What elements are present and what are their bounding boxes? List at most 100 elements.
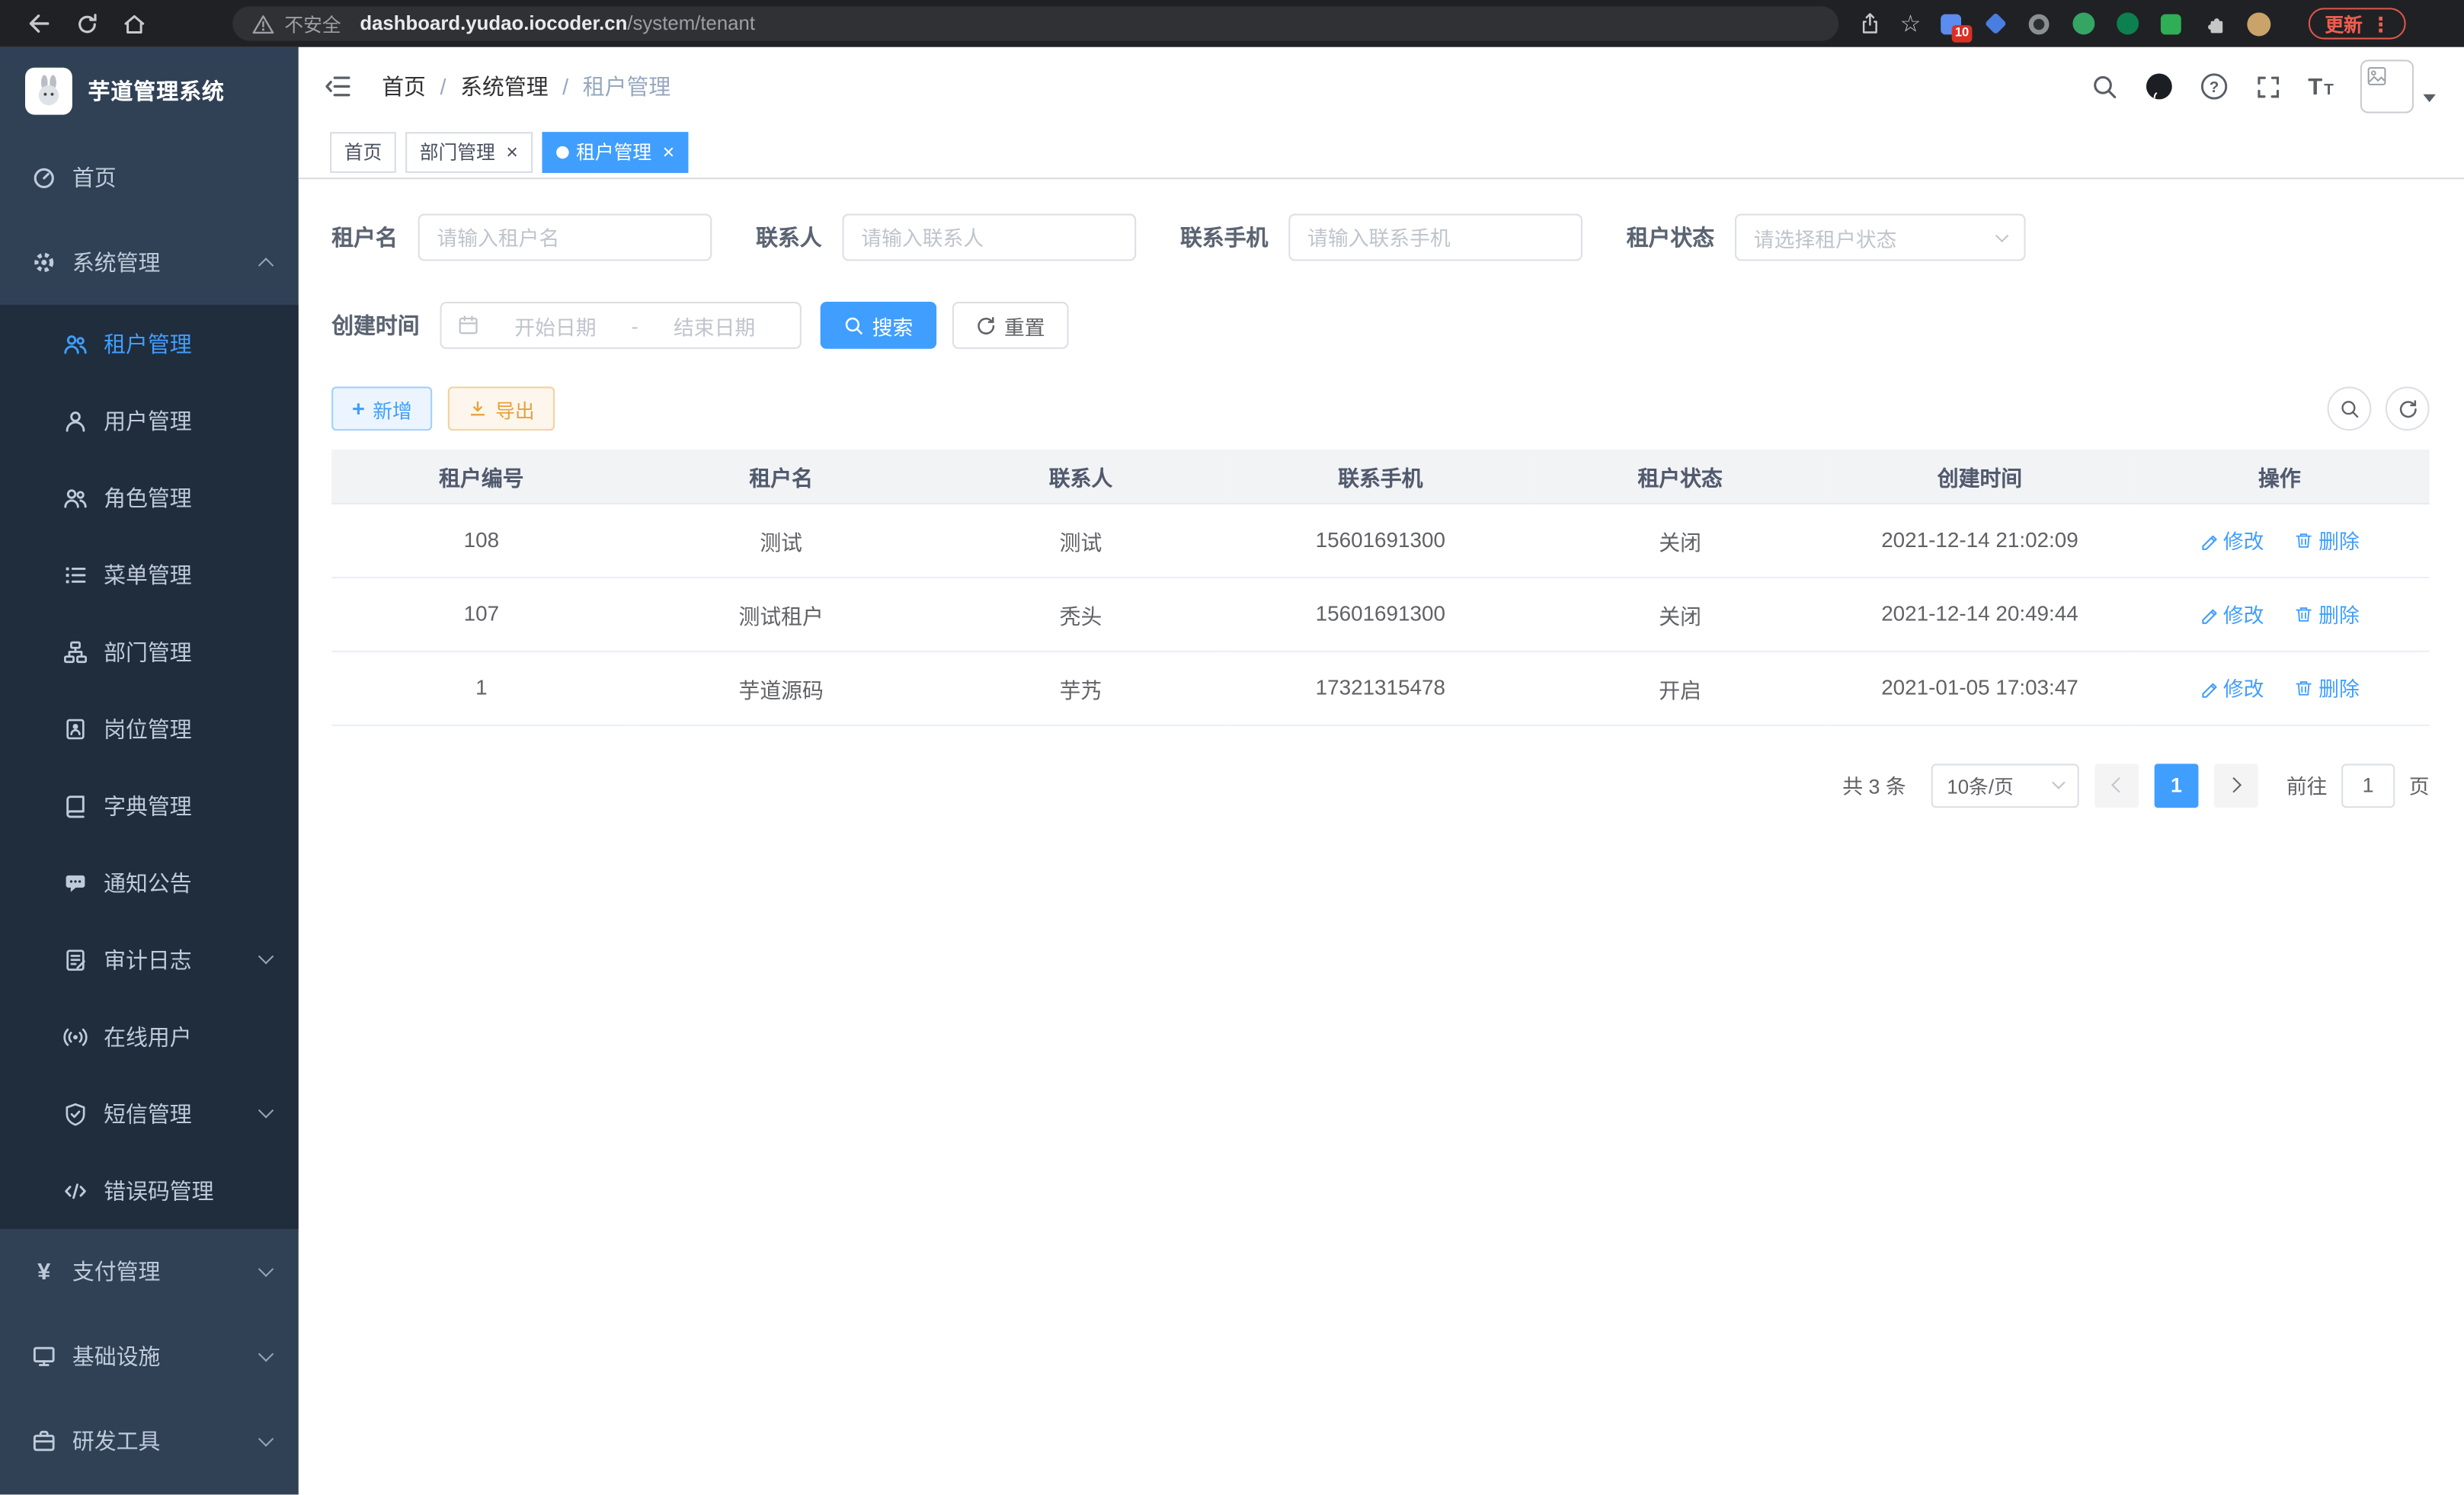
browser-menu-icon[interactable]: ⋮ — [2370, 14, 2391, 34]
sidebar-item-notice[interactable]: 通知公告 — [0, 844, 299, 921]
contact-input[interactable] — [843, 214, 1137, 261]
edit-button[interactable]: 修改 — [2200, 599, 2264, 629]
filter-tenant-name: 租户名 — [331, 214, 712, 261]
cell-name: 测试租户 — [632, 577, 931, 651]
page-size-select[interactable]: 10条/页 — [1931, 763, 2079, 807]
page-number-button[interactable]: 1 — [2155, 763, 2199, 807]
menu-label: 角色管理 — [104, 482, 192, 513]
button-label: 重置 — [1004, 310, 1045, 340]
refresh-button[interactable] — [2386, 386, 2430, 431]
sidebar-item-role[interactable]: 角色管理 — [0, 459, 299, 536]
sidebar-item-system[interactable]: 系统管理 — [0, 220, 299, 305]
table-row: 108 测试 测试 15601691300 关闭 2021-12-14 21:0… — [331, 503, 2429, 577]
status-select[interactable]: 请选择租户状态 — [1735, 214, 2026, 261]
chevron-right-icon — [2226, 777, 2242, 792]
sidebar-item-errorcode[interactable]: 错误码管理 — [0, 1152, 299, 1229]
cell-created: 2021-12-14 20:49:44 — [1830, 577, 2130, 651]
sidebar-item-online[interactable]: 在线用户 — [0, 998, 299, 1075]
avatar — [2360, 59, 2414, 113]
extension-icon[interactable] — [2114, 10, 2141, 37]
sidebar-item-dept[interactable]: 部门管理 — [0, 613, 299, 690]
sidebar-item-dict[interactable]: 字典管理 — [0, 767, 299, 844]
menu-list-icon — [63, 562, 88, 587]
cell-actions: 修改 删除 — [2130, 503, 2429, 577]
close-icon[interactable]: × — [506, 142, 518, 162]
sidebar: 芋道管理系统 首页 系统管理 — [0, 47, 299, 1495]
pagination: 共 3 条 10条/页 1 前往 页 — [331, 763, 2429, 807]
menu-label: 首页 — [72, 162, 117, 193]
total-count: 共 3 条 — [1842, 770, 1906, 800]
extension-icon[interactable] — [2026, 10, 2053, 37]
button-label: 删除 — [2318, 599, 2360, 629]
sidebar-item-menu[interactable]: 菜单管理 — [0, 536, 299, 613]
browser-toolbar: 不安全 dashboard.yudao.iocoder.cn /system/t… — [0, 0, 2464, 47]
extension-icon[interactable] — [1982, 10, 2009, 37]
cell-created: 2021-12-14 21:02:09 — [1830, 503, 2130, 577]
start-date-placeholder: 开始日期 — [485, 310, 625, 340]
menu-label: 在线用户 — [104, 1021, 192, 1052]
sidebar-item-home[interactable]: 首页 — [0, 135, 299, 219]
sidebar-item-tenant[interactable]: 租户管理 — [0, 305, 299, 382]
update-button[interactable]: 更新 ⋮ — [2309, 8, 2407, 39]
sidebar-item-sms[interactable]: 短信管理 — [0, 1075, 299, 1152]
user-menu[interactable] — [2360, 59, 2436, 113]
tenant-name-input[interactable] — [418, 214, 712, 261]
add-button[interactable]: + 新增 — [331, 386, 432, 431]
breadcrumb-item[interactable]: 系统管理 — [460, 71, 549, 102]
tab-dept[interactable]: 部门管理 × — [405, 131, 532, 172]
font-size-icon[interactable]: TT — [2308, 75, 2334, 98]
navbar-actions: ? TT — [2091, 59, 2436, 113]
sidebar-item-infra[interactable]: 基础设施 — [0, 1314, 299, 1398]
bookmark-star-icon[interactable]: ☆ — [1900, 11, 1922, 35]
chevron-down-icon — [258, 1103, 273, 1118]
prev-page-button[interactable] — [2094, 763, 2139, 807]
phone-input[interactable] — [1288, 214, 1582, 261]
fullscreen-icon[interactable] — [2254, 73, 2281, 100]
help-icon[interactable]: ? — [2200, 72, 2228, 101]
home-icon[interactable] — [118, 8, 149, 39]
reload-icon[interactable] — [71, 8, 102, 39]
delete-button[interactable]: 删除 — [2295, 673, 2360, 703]
profile-avatar[interactable] — [2246, 10, 2273, 37]
edit-button[interactable]: 修改 — [2200, 525, 2264, 555]
edit-button[interactable]: 修改 — [2200, 673, 2264, 703]
back-icon[interactable] — [24, 8, 55, 39]
security-label[interactable]: 不安全 — [284, 10, 341, 37]
sidebar-item-post[interactable]: 岗位管理 — [0, 690, 299, 767]
tab-tenant[interactable]: 租户管理 × — [542, 131, 689, 172]
caret-down-icon — [2423, 94, 2436, 102]
search-toggle-button[interactable] — [2328, 386, 2372, 431]
share-icon[interactable] — [1858, 11, 1883, 36]
avatar-glyph — [2248, 11, 2271, 35]
github-icon[interactable] — [2145, 72, 2173, 101]
filter-row-2: 创建时间 开始日期 - 结束日期 搜索 — [331, 302, 2429, 349]
sidebar-item-user[interactable]: 用户管理 — [0, 382, 299, 459]
export-button[interactable]: 导出 — [448, 386, 555, 431]
sidebar-item-audit[interactable]: 审计日志 — [0, 921, 299, 998]
screen: 不安全 dashboard.yudao.iocoder.cn /system/t… — [0, 0, 2464, 1494]
breadcrumb-item[interactable]: 首页 — [382, 71, 426, 102]
shield-icon — [63, 1101, 88, 1126]
table-row: 107 测试租户 秃头 15601691300 关闭 2021-12-14 20… — [331, 577, 2429, 651]
sidebar-item-devtools[interactable]: 研发工具 — [0, 1399, 299, 1484]
chevron-down-icon — [258, 1346, 273, 1360]
close-icon[interactable]: × — [663, 142, 675, 162]
extension-icon[interactable] — [2070, 10, 2097, 37]
search-icon[interactable] — [2091, 73, 2118, 100]
sidebar-item-payment[interactable]: ¥ 支付管理 — [0, 1229, 299, 1314]
extension-icon[interactable] — [2158, 10, 2185, 37]
tab-home[interactable]: 首页 — [330, 131, 396, 172]
reset-button[interactable]: 重置 — [952, 302, 1069, 349]
tenant-icon — [63, 331, 88, 356]
address-bar[interactable]: 不安全 dashboard.yudao.iocoder.cn /system/t… — [232, 6, 1838, 40]
date-range-picker[interactable]: 开始日期 - 结束日期 — [440, 302, 802, 349]
goto-page-input[interactable] — [2341, 763, 2395, 807]
next-page-button[interactable] — [2214, 763, 2258, 807]
sidebar-fold-icon[interactable] — [322, 71, 354, 102]
field-label: 创建时间 — [331, 309, 420, 341]
delete-button[interactable]: 删除 — [2295, 525, 2360, 555]
extension-icon[interactable]: 10 — [1938, 10, 1965, 37]
puzzle-icon[interactable] — [2202, 10, 2229, 37]
delete-button[interactable]: 删除 — [2295, 599, 2360, 629]
search-button[interactable]: 搜索 — [821, 302, 937, 349]
